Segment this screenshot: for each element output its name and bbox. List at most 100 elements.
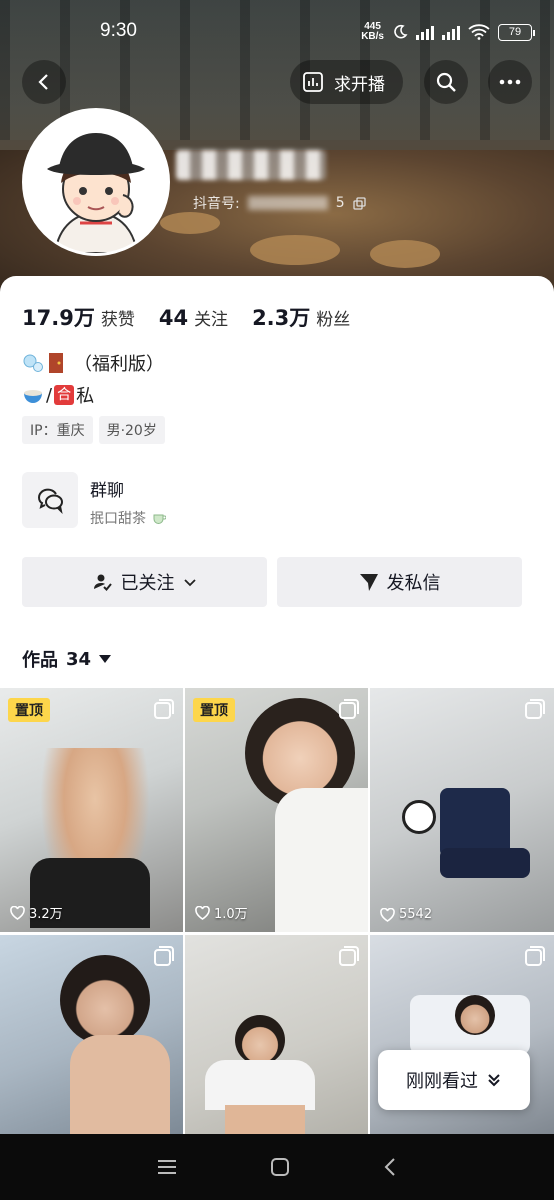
menu-icon[interactable]	[156, 1158, 178, 1176]
douyin-id-tail: 5	[335, 195, 345, 211]
request-live-button[interactable]: 求开播	[290, 60, 403, 104]
heart-icon	[195, 905, 210, 920]
multi-image-icon	[339, 946, 359, 966]
cover-dish	[370, 240, 440, 268]
net-speed-unit: KB/s	[361, 31, 384, 42]
cover-dish	[160, 212, 220, 234]
bio-line-1-text: （福利版）	[74, 354, 164, 375]
net-speed: 445 KB/s	[361, 22, 384, 42]
heart-icon	[380, 907, 395, 922]
multi-image-icon	[154, 699, 174, 719]
work-thumbnail	[275, 788, 368, 932]
send-icon	[359, 574, 378, 591]
moon-icon	[394, 24, 408, 39]
work-tile[interactable]: 置顶 3.2万	[0, 688, 183, 932]
multi-image-icon	[154, 946, 174, 966]
search-icon	[436, 72, 456, 92]
cover-dish	[250, 235, 340, 265]
group-chat-desc-text: 抿口甜茶	[90, 511, 146, 527]
work-thumbnail	[440, 848, 530, 878]
like-count: 5542	[380, 907, 432, 922]
user-check-icon	[93, 574, 112, 591]
wifi-icon	[468, 24, 490, 40]
chat-bubbles-icon	[38, 488, 63, 514]
works-tab[interactable]: 作品 34	[22, 646, 112, 672]
work-tile[interactable]: 5542	[370, 688, 554, 932]
bar-chart-icon	[303, 72, 323, 92]
recently-viewed-label: 刚刚看过	[406, 1071, 478, 1092]
door-emoji-icon	[49, 353, 63, 373]
bio-line-1: （福利版）	[22, 350, 164, 376]
bio-line-2: / 合 私	[22, 382, 94, 408]
system-nav-bar	[0, 1134, 554, 1200]
followed-label: 已关注	[120, 573, 175, 594]
battery-indicator: 79	[498, 23, 535, 41]
douyin-id-label: 抖音号:	[193, 196, 240, 212]
group-chat-desc: 抿口甜茶	[90, 508, 167, 528]
double-chevron-down-icon	[488, 1074, 500, 1087]
bio-red-box: 合	[54, 385, 75, 405]
works-count: 34	[66, 648, 92, 670]
back-button[interactable]	[22, 60, 66, 104]
followers-count[interactable]: 2.3万	[252, 302, 310, 332]
recently-viewed-button[interactable]: 刚刚看过	[378, 1050, 530, 1110]
group-chat-entry[interactable]: 群聊 抿口甜茶	[22, 472, 522, 530]
following-count[interactable]: 44	[159, 306, 188, 330]
cartoon-avatar-image	[25, 111, 167, 253]
douyin-id[interactable]: 抖音号: 5	[193, 193, 366, 213]
status-time: 9:30	[100, 20, 137, 41]
work-tile[interactable]: 置顶 1.0万	[185, 688, 368, 932]
caret-down-icon	[99, 655, 112, 663]
work-thumbnail	[402, 800, 436, 834]
gender-age-tag: 男·20岁	[98, 416, 165, 444]
likes-count: 17.9万	[22, 306, 95, 330]
likes-label: 获赞	[100, 310, 135, 330]
nickname-blurred	[176, 150, 326, 180]
like-count-value: 3.2万	[29, 907, 63, 922]
pinned-badge: 置顶	[193, 698, 235, 722]
following-label[interactable]: 关注	[194, 305, 228, 330]
bubbles-emoji-icon	[23, 354, 43, 372]
work-thumbnail	[205, 1060, 315, 1110]
pinned-badge: 置顶	[8, 698, 50, 722]
group-chat-title: 群聊	[90, 481, 124, 501]
ip-tag: IP：重庆	[22, 416, 93, 444]
avatar[interactable]	[22, 108, 170, 256]
search-button[interactable]	[424, 60, 468, 104]
like-count: 1.0万	[195, 903, 248, 922]
bowl-emoji-icon	[24, 390, 42, 403]
send-message-label: 发私信	[386, 573, 441, 594]
copy-icon[interactable]	[352, 196, 366, 210]
bio-line-2-text: 私	[76, 386, 95, 407]
group-chat-icon-box	[22, 472, 78, 528]
signal-icon	[416, 24, 434, 40]
profile-stats: 17.9万 获赞 44 关注 2.3万 粉丝	[22, 302, 374, 332]
like-count-value: 5542	[399, 907, 433, 922]
heart-icon	[10, 905, 25, 920]
work-thumbnail	[60, 955, 150, 1045]
signal-icon	[442, 24, 460, 40]
work-thumbnail	[235, 1015, 285, 1065]
like-count: 3.2万	[10, 903, 63, 922]
more-button[interactable]	[488, 60, 532, 104]
multi-image-icon	[339, 699, 359, 719]
home-icon[interactable]	[269, 1156, 291, 1178]
back-icon[interactable]	[382, 1156, 398, 1178]
request-live-label: 求开播	[334, 74, 385, 95]
works-tab-label: 作品	[22, 650, 58, 671]
multi-image-icon	[525, 946, 545, 966]
followers-label[interactable]: 粉丝	[316, 305, 350, 330]
status-icons: 445 KB/s 79	[361, 22, 535, 42]
tea-cup-icon	[153, 514, 167, 524]
bio-line-2-separator: /	[46, 384, 53, 406]
send-message-button[interactable]: 发私信	[277, 557, 522, 607]
douyin-id-blurred	[247, 196, 328, 210]
more-icon	[499, 79, 521, 85]
profile-tags: IP：重庆 男·20岁	[22, 416, 165, 444]
multi-image-icon	[525, 699, 545, 719]
chevron-down-icon	[183, 579, 196, 587]
followed-button[interactable]: 已关注	[22, 557, 267, 607]
like-count-value: 1.0万	[214, 907, 248, 922]
chevron-left-icon	[38, 74, 48, 90]
status-bar: 9:30 445 KB/s 79	[0, 18, 554, 48]
